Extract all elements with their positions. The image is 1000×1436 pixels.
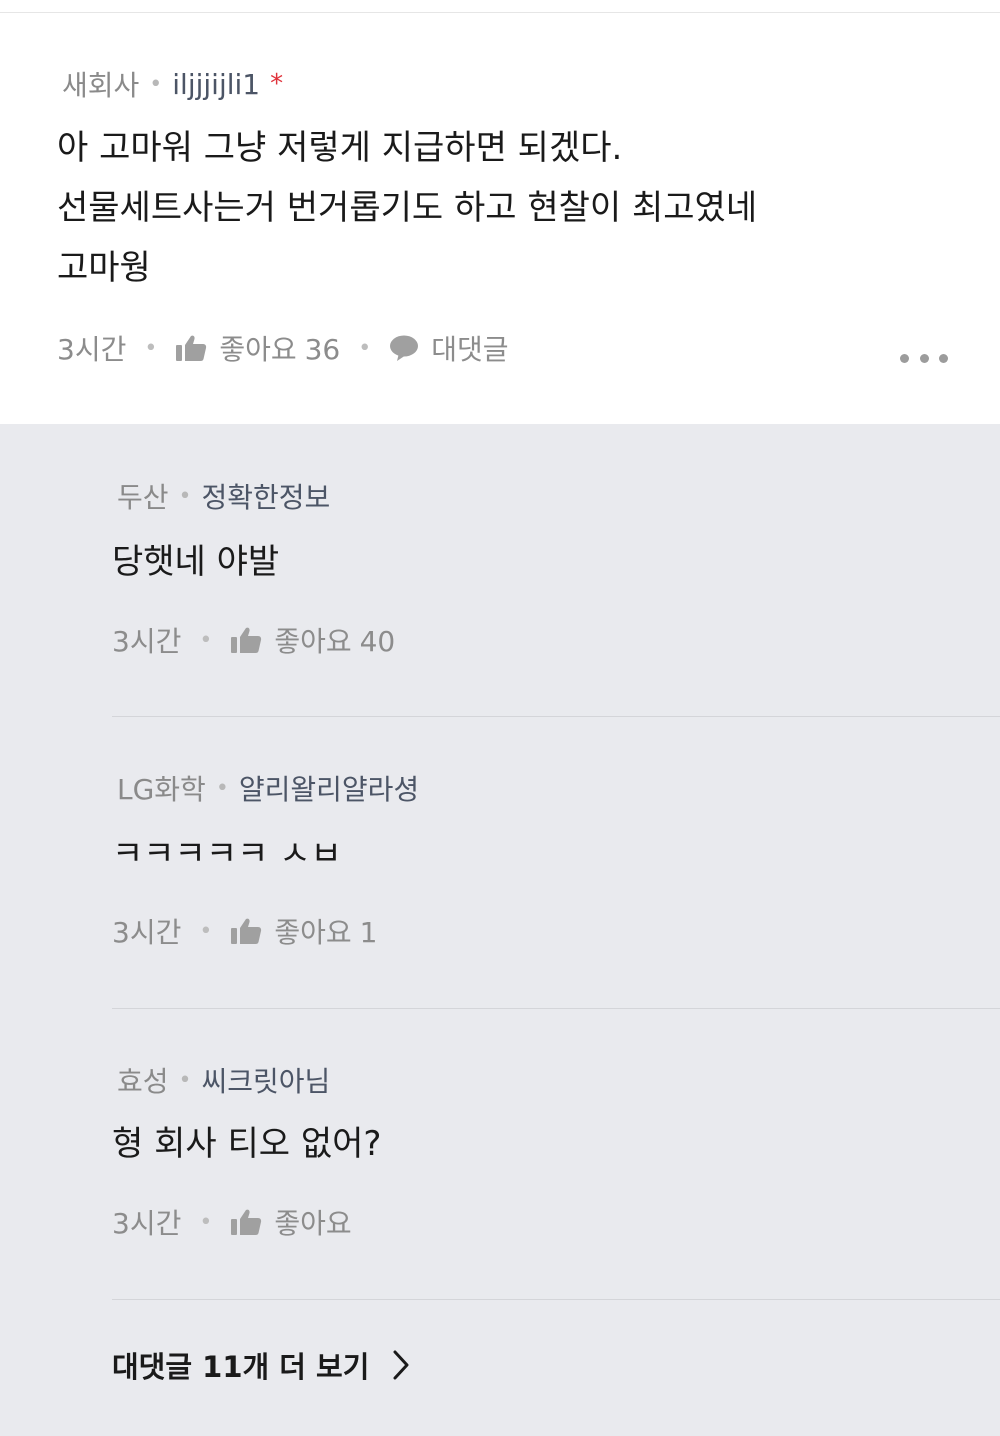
like-count: 40 <box>359 625 396 658</box>
like-label: 좋아요 <box>219 333 297 366</box>
like-label: 좋아요 <box>274 625 352 658</box>
author-badge: * <box>270 69 284 99</box>
reply-time: 3시간 <box>112 1207 182 1240</box>
reply-time: 3시간 <box>112 916 182 949</box>
action-separator: • <box>199 1209 213 1235</box>
more-replies-label: 대댓글 11개 더 보기 <box>112 1350 370 1384</box>
comment-time: 3시간 <box>57 333 127 366</box>
thumbs-up-icon[interactable] <box>230 626 262 654</box>
speech-bubble-icon[interactable] <box>389 334 419 362</box>
meta-separator: • <box>178 483 192 509</box>
company-name: LG화학 <box>117 773 206 806</box>
company-name: 두산 <box>117 481 169 514</box>
like-button[interactable]: 좋아요 1 <box>274 911 377 951</box>
company-name: 새회사 <box>62 69 140 102</box>
reply-body: 형 회사 티오 없어? <box>112 1124 382 1164</box>
reply-button[interactable]: 대댓글 <box>431 328 508 368</box>
author-nickname[interactable]: 정확한정보 <box>202 476 331 516</box>
reply-divider <box>112 1299 1000 1300</box>
author-nickname[interactable]: iljjjijli1 <box>172 68 260 101</box>
like-button[interactable]: 좋아요 <box>274 1202 359 1242</box>
reply-divider <box>112 716 1000 717</box>
more-replies-button[interactable]: 대댓글 11개 더 보기 <box>112 1340 411 1390</box>
meta-separator: • <box>149 71 163 97</box>
reply-meta: LG화학 • 얄리왈리얄라셩 <box>117 768 419 808</box>
like-count: 36 <box>304 333 341 366</box>
action-separator: • <box>199 627 213 653</box>
chevron-right-icon <box>393 1350 409 1380</box>
more-horizontal-icon[interactable] <box>900 348 948 368</box>
like-label: 좋아요 <box>274 916 352 949</box>
action-separator: • <box>358 335 372 361</box>
comment-actions: 3시간 • 좋아요 36 • 대댓글 <box>57 328 509 368</box>
comment-body: 아 고마워 그냥 저렇게 지급하면 되겠다. 선물세트사는거 번거롭기도 하고 … <box>57 118 757 298</box>
like-label: 좋아요 <box>274 1207 352 1240</box>
meta-separator: • <box>178 1067 192 1093</box>
action-separator: • <box>199 918 213 944</box>
author-nickname[interactable]: 얄리왈리얄라셩 <box>239 768 419 808</box>
comment-meta: 새회사 • iljjjijli1 * <box>62 64 283 104</box>
reply-meta: 두산 • 정확한정보 <box>117 476 330 516</box>
reply-actions: 3시간 • 좋아요 <box>112 1202 360 1242</box>
reply-body: 당햇네 야발 <box>112 542 280 582</box>
comment-line: 고마웡 <box>57 248 151 288</box>
reply-time: 3시간 <box>112 625 182 658</box>
like-button[interactable]: 좋아요 36 <box>219 328 340 368</box>
reply-meta: 효성 • 씨크릿아님 <box>117 1060 330 1100</box>
top-divider <box>0 12 1000 13</box>
thumbs-up-icon[interactable] <box>230 1208 262 1236</box>
reply-divider <box>112 1008 1000 1009</box>
author-nickname[interactable]: 씨크릿아님 <box>202 1060 331 1100</box>
meta-separator: • <box>215 775 229 801</box>
action-separator: • <box>144 335 158 361</box>
comment-line: 아 고마워 그냥 저렇게 지급하면 되겠다. <box>57 128 623 168</box>
main-comment: 새회사 • iljjjijli1 * 아 고마워 그냥 저렇게 지급하면 되겠다… <box>0 0 1000 424</box>
like-count: 1 <box>359 916 378 949</box>
reply-body: ㅋㅋㅋㅋㅋ ㅅㅂ <box>112 834 342 874</box>
like-button[interactable]: 좋아요 40 <box>274 620 395 660</box>
thumbs-up-icon[interactable] <box>175 334 207 362</box>
thumbs-up-icon[interactable] <box>230 917 262 945</box>
comment-line: 선물세트사는거 번거롭기도 하고 현찰이 최고였네 <box>57 188 758 228</box>
reply-actions: 3시간 • 좋아요 40 <box>112 620 395 660</box>
company-name: 효성 <box>117 1065 169 1098</box>
reply-actions: 3시간 • 좋아요 1 <box>112 911 377 951</box>
